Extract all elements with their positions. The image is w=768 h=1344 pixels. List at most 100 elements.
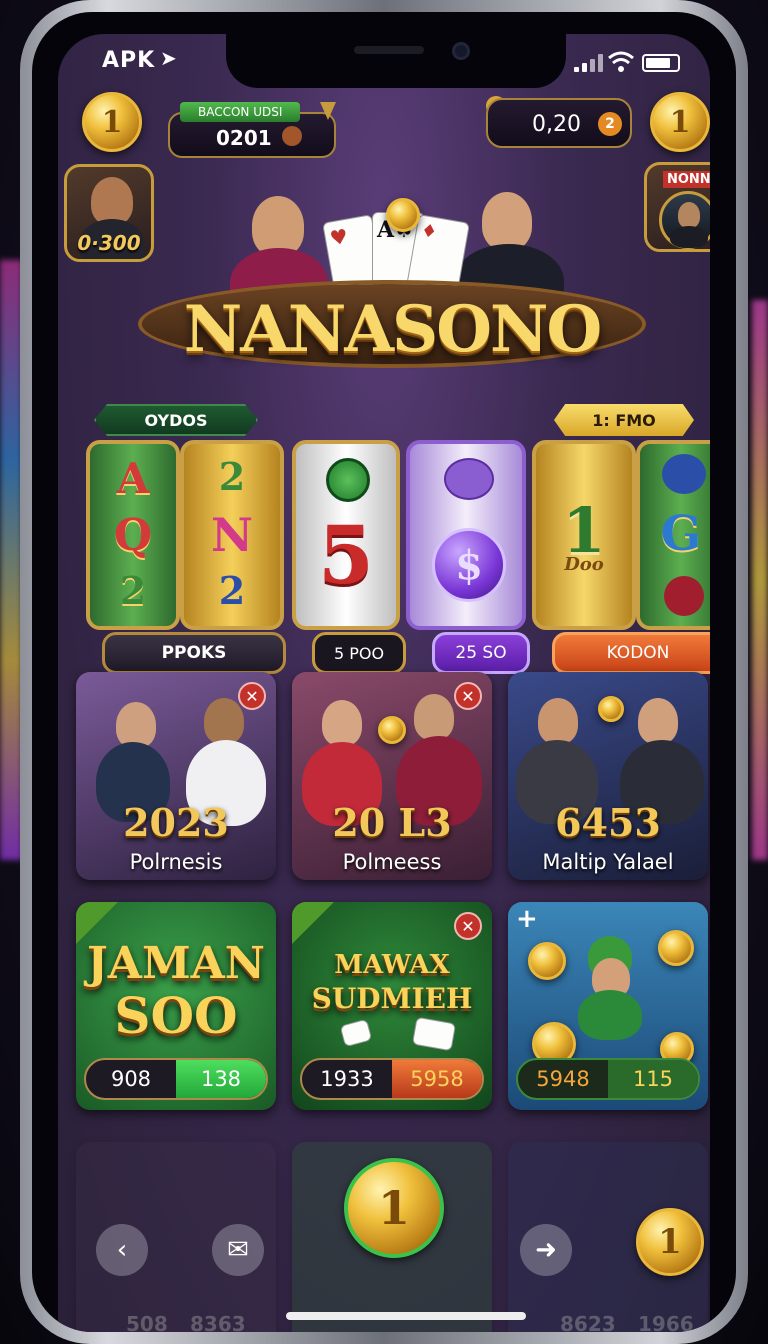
bet-button-5poo[interactable]: 5 POO: [312, 632, 406, 674]
close-icon[interactable]: ✕: [454, 682, 482, 710]
tile-progress-bar: 1933 5958: [300, 1058, 484, 1100]
tile-name: Maltip Yalael: [542, 850, 674, 874]
dice-icon: [339, 1018, 373, 1048]
left-coin-button[interactable]: 1: [82, 92, 142, 152]
right-player-avatar[interactable]: NONN: [644, 162, 710, 252]
game-tile-mawax[interactable]: MAWAX SUDMIEH ✕ 1933 5958: [292, 902, 492, 1110]
bar-left-value: 908: [110, 1067, 152, 1091]
emblem-icon: [664, 576, 704, 616]
reel-symbol: 5: [318, 508, 374, 602]
reel-symbol: N: [210, 508, 254, 562]
back-arrow-icon[interactable]: ‹: [96, 1224, 148, 1276]
bar-left-value: 5948: [536, 1067, 590, 1091]
dealer-woman: [252, 196, 304, 256]
bet-button-ppoks[interactable]: PPOKS: [102, 632, 286, 674]
game-tile-2[interactable]: 20 L3 Polmeess ✕: [292, 672, 492, 880]
faded-number: 8363: [190, 1312, 246, 1332]
slot-machine: OYDOS 1: FMO A Q 2 2 N 2 5 $ 1 Doo G PPO…: [76, 404, 710, 674]
bet-button-25so[interactable]: 25 SO: [432, 632, 530, 674]
reel-symbol: 2: [119, 568, 147, 613]
bar-right-value: 5958: [392, 1060, 482, 1098]
coin-label: 1: [669, 104, 691, 140]
slot-tag-right: 1: FMO: [554, 404, 694, 436]
game-hero: ♥ A♠ ♦ NANASONO: [142, 184, 642, 414]
app-screen: APK ➤ 1 BACCON UDSI 0201 0,20 2 1 0·300: [58, 34, 710, 1332]
tile-title-line1: JAMAN: [86, 938, 266, 989]
carrier-label: APK: [102, 48, 156, 73]
center-balance-value: 0201: [216, 126, 272, 150]
reel-symbol: Q: [113, 510, 153, 561]
bar-right-value: 138: [176, 1060, 266, 1098]
reel-1[interactable]: A Q 2: [86, 440, 180, 630]
left-player-avatar[interactable]: 0·300: [64, 164, 154, 262]
notification-badge: 2: [598, 112, 622, 136]
game-tile-coins[interactable]: + 5948 115: [508, 902, 708, 1110]
dealer-man: [482, 192, 532, 250]
phone-bezel: APK ➤ 1 BACCON UDSI 0201 0,20 2 1 0·300: [32, 12, 736, 1332]
neon-sign-right: [752, 300, 768, 860]
avatar-value: 0·300: [77, 231, 141, 255]
tile-score: 2023: [123, 800, 229, 845]
reel-sub-label: Doo: [564, 554, 604, 575]
game-tile-1[interactable]: 2023 Polrnesis ✕: [76, 672, 276, 880]
shield-icon: [320, 102, 336, 120]
game-tile-jaman[interactable]: JAMAN SOO 908 138: [76, 902, 276, 1110]
reel-2[interactable]: 2 N 2: [180, 440, 284, 630]
game-logo: NANASONO: [183, 292, 603, 367]
center-balance-box[interactable]: BACCON UDSI 0201: [168, 102, 336, 158]
right-coin-button-bottom[interactable]: 1: [636, 1208, 704, 1276]
battery-icon: [642, 54, 680, 72]
tile-score: 20 L3: [332, 800, 452, 845]
reel-6[interactable]: G: [636, 440, 710, 630]
reel-symbol: 2: [218, 568, 246, 613]
tile-progress-bar: 5948 115: [516, 1058, 700, 1100]
right-coin-button[interactable]: 1: [650, 92, 710, 152]
dice-icon: [411, 1016, 457, 1052]
faded-number: 508: [126, 1312, 168, 1332]
tile-progress-bar: 908 138: [84, 1058, 268, 1100]
reel-symbol: A: [116, 454, 150, 503]
center-coin-button[interactable]: 1: [344, 1158, 444, 1258]
game-tile-3[interactable]: 6453 Maltip Yalael: [508, 672, 708, 880]
balance-label-badge: BACCON UDSI: [180, 102, 301, 122]
right-balance-value: 0,20: [532, 112, 581, 137]
reel-symbol: 2: [218, 454, 246, 499]
avatar: [91, 177, 133, 225]
faded-number: 1966: [638, 1312, 694, 1332]
reel-symbol: G: [660, 506, 702, 562]
kodon-button[interactable]: KODON: [552, 632, 710, 674]
right-balance-box[interactable]: 0,20 2: [486, 98, 632, 148]
tile-name: Polmeess: [342, 850, 442, 874]
avatar-badge: NONN: [663, 171, 710, 188]
coin-icon: [386, 198, 420, 232]
emblem-icon: [662, 454, 706, 494]
home-indicator[interactable]: [286, 1312, 526, 1320]
emblem-icon: [444, 458, 494, 500]
tile-title-line2: SOO: [114, 986, 238, 1045]
phone-frame: APK ➤ 1 BACCON UDSI 0201 0,20 2 1 0·300: [20, 0, 748, 1344]
forward-arrow-icon[interactable]: ➜: [520, 1224, 572, 1276]
tile-title-line2: SUDMIEH: [311, 982, 473, 1015]
location-arrow-icon: ➤: [160, 46, 177, 70]
plus-icon: +: [516, 904, 538, 934]
bar-left-value: 1933: [320, 1067, 374, 1091]
gem-icon: [282, 126, 302, 146]
dollar-coin-icon: $: [432, 528, 506, 602]
neon-sign-left: [0, 260, 22, 860]
corner-ribbon: [292, 902, 334, 944]
reel-5[interactable]: 1 Doo: [532, 440, 636, 630]
coin-label: 1: [101, 104, 123, 140]
coin-label: 1: [377, 1181, 410, 1235]
close-icon[interactable]: ✕: [454, 912, 482, 940]
slot-tag-left: OYDOS: [94, 404, 258, 436]
wifi-icon: [608, 51, 634, 72]
coin-label: 1: [658, 1222, 682, 1262]
reel-4[interactable]: $: [406, 440, 526, 630]
avatar: [659, 191, 710, 249]
mail-icon[interactable]: ✉: [212, 1224, 264, 1276]
signal-icon: [574, 54, 606, 72]
reel-3[interactable]: 5: [292, 440, 400, 630]
status-bar: APK ➤: [58, 34, 710, 86]
close-icon[interactable]: ✕: [238, 682, 266, 710]
tile-title-line1: MAWAX: [334, 950, 450, 980]
